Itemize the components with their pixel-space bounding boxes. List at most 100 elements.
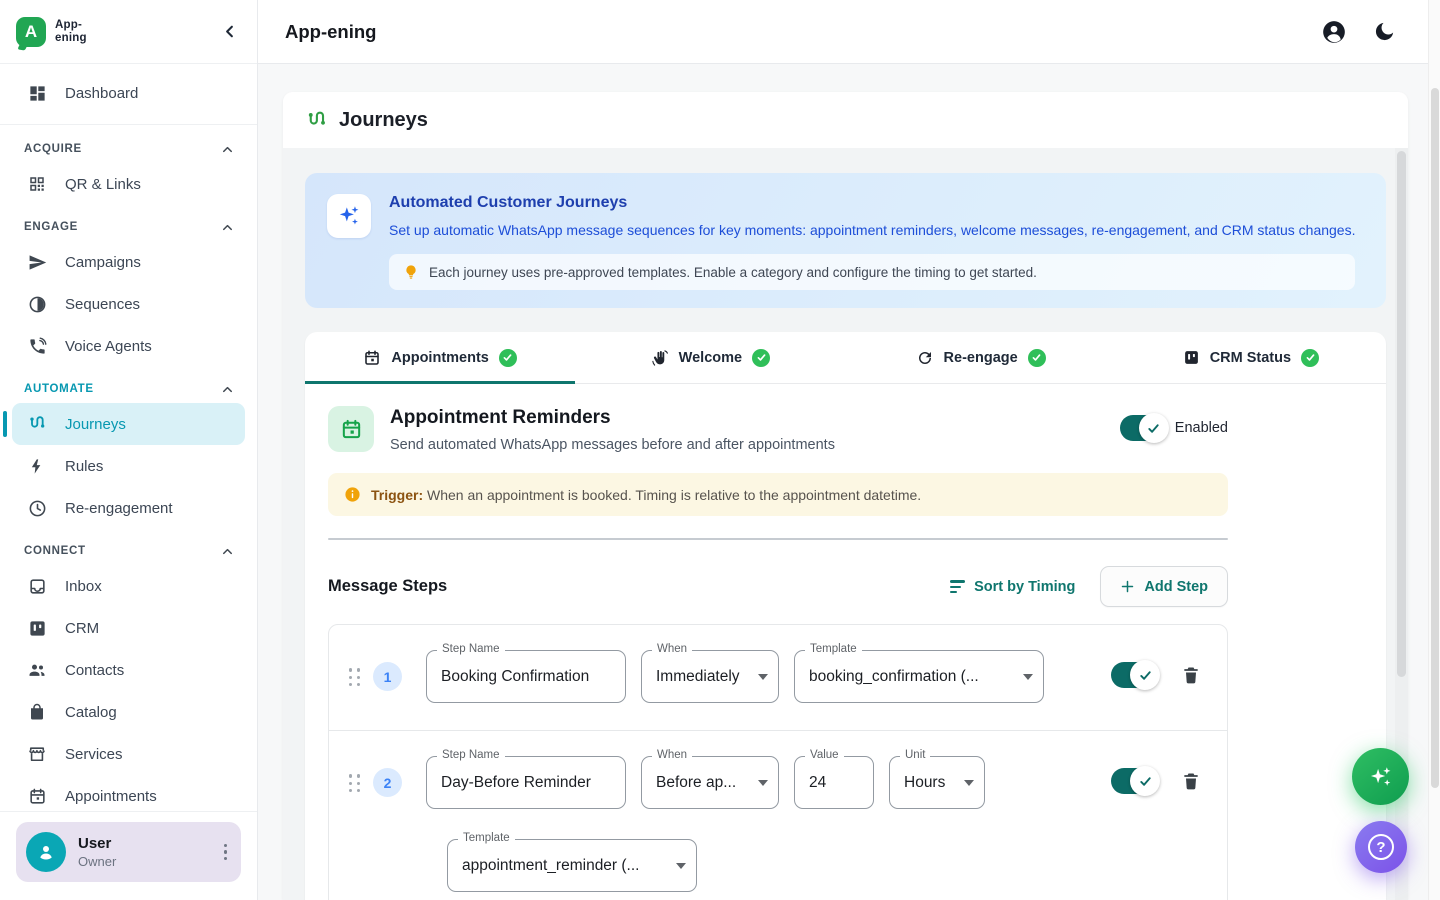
trigger-label: Trigger:: [371, 487, 423, 503]
field-label: Template: [805, 643, 862, 655]
sort-by-timing-button[interactable]: Sort by Timing: [950, 579, 1075, 595]
dark-mode-toggle[interactable]: [1373, 20, 1396, 43]
field-value: appointment_reminder (...: [448, 840, 696, 891]
moon-icon: [1373, 20, 1396, 43]
main-content: Journeys Automated Customer Journeys Set…: [258, 64, 1440, 900]
sidebar-footer: User Owner: [0, 811, 257, 900]
sidebar-section-acquire[interactable]: ACQUIRE: [12, 127, 245, 163]
step-actions: [1111, 768, 1201, 794]
chevron-up-icon: [220, 382, 235, 397]
sidebar-item-dashboard[interactable]: Dashboard: [12, 72, 245, 114]
tab-content: Appointment Reminders Send automated Wha…: [305, 384, 1253, 900]
section-title: CONNECT: [24, 545, 86, 557]
refresh-icon: [916, 349, 934, 367]
template-select[interactable]: Template booking_confirmation (...: [794, 650, 1044, 703]
trash-icon: [1181, 665, 1201, 685]
tab-label: Welcome: [679, 350, 742, 366]
divider: [328, 538, 1228, 540]
toggle-thumb: [1130, 766, 1160, 796]
trigger-body: When an appointment is booked. Timing is…: [423, 487, 921, 503]
section-subtitle: Send automated WhatsApp messages before …: [390, 437, 835, 453]
user-card[interactable]: User Owner: [16, 822, 241, 882]
sidebar-item-rules[interactable]: Rules: [12, 445, 245, 487]
sidebar-item-label: Sequences: [65, 296, 140, 313]
sidebar-item-catalog[interactable]: Catalog: [12, 691, 245, 733]
sidebar-section-engage[interactable]: ENGAGE: [12, 205, 245, 241]
add-step-button[interactable]: Add Step: [1100, 566, 1228, 607]
waving-hand-icon: [651, 349, 669, 367]
step-name-input[interactable]: Step Name Booking Confirmation: [426, 650, 626, 703]
when-select[interactable]: When Immediately: [641, 650, 779, 703]
lightbulb-icon: [403, 264, 419, 280]
user-menu-button[interactable]: [218, 838, 234, 867]
dropdown-arrow-icon: [758, 674, 768, 680]
scrollbar-thumb[interactable]: [1431, 88, 1439, 788]
sidebar-item-label: Voice Agents: [65, 338, 152, 355]
unit-select[interactable]: Unit Hours: [889, 756, 985, 809]
value-input[interactable]: Value 24: [794, 756, 874, 809]
banner-text: Automated Customer Journeys Set up autom…: [389, 194, 1355, 290]
ai-assistant-button[interactable]: [1352, 748, 1409, 805]
check-circle-icon: [1028, 349, 1046, 367]
delete-step-button[interactable]: [1181, 771, 1201, 791]
tab-crm-status[interactable]: CRM Status: [1116, 332, 1386, 383]
drag-handle-icon[interactable]: [349, 668, 361, 686]
template-select[interactable]: Template appointment_reminder (...: [447, 839, 697, 892]
when-select[interactable]: When Before ap...: [641, 756, 779, 809]
step-enabled-toggle[interactable]: [1111, 768, 1157, 794]
help-button[interactable]: ?: [1355, 821, 1407, 873]
step-name-input[interactable]: Step Name Day-Before Reminder: [426, 756, 626, 809]
check-icon: [1138, 774, 1153, 789]
sidebar-item-services[interactable]: Services: [12, 733, 245, 775]
tab-re-engage[interactable]: Re-engage: [846, 332, 1116, 383]
half-circle-icon: [26, 295, 48, 314]
tab-appointments[interactable]: Appointments: [305, 332, 575, 383]
field-value: booking_confirmation (...: [795, 651, 1043, 702]
scrollbar-thumb[interactable]: [1397, 151, 1406, 677]
field-label: When: [652, 749, 692, 761]
sidebar-item-label: Services: [65, 746, 123, 763]
sidebar-section-connect[interactable]: CONNECT: [12, 529, 245, 565]
field-label: Unit: [900, 749, 930, 761]
chevron-up-icon: [220, 220, 235, 235]
drag-handle-icon[interactable]: [349, 774, 361, 792]
step-enabled-toggle[interactable]: [1111, 662, 1157, 688]
kanban-icon: [26, 619, 48, 638]
sidebar-item-journeys[interactable]: Journeys: [12, 403, 245, 445]
sidebar-item-qr-links[interactable]: QR & Links: [12, 163, 245, 205]
dashboard-icon: [26, 84, 48, 103]
sidebar-section-automate[interactable]: AUTOMATE: [12, 367, 245, 403]
account-button[interactable]: [1321, 19, 1347, 45]
sidebar-collapse-button[interactable]: [220, 22, 239, 41]
sidebar-nav: Dashboard ACQUIRE QR & Links ENGAGE Camp…: [0, 64, 257, 811]
sidebar-item-voice-agents[interactable]: Voice Agents: [12, 325, 245, 367]
sidebar-item-contacts[interactable]: Contacts: [12, 649, 245, 691]
storefront-icon: [26, 744, 48, 764]
active-indicator: [3, 411, 7, 437]
window-scrollbar[interactable]: [1428, 0, 1440, 900]
tab-label: Re-engage: [944, 350, 1018, 366]
sidebar-item-re-engagement[interactable]: Re-engagement: [12, 487, 245, 529]
sidebar-item-inbox[interactable]: Inbox: [12, 565, 245, 607]
dropdown-arrow-icon: [676, 863, 686, 869]
enable-control: Enabled: [1120, 415, 1228, 441]
sort-icon: [950, 580, 965, 593]
sidebar-item-appointments[interactable]: Appointments: [12, 775, 245, 811]
kanban-icon: [1183, 349, 1200, 366]
field-label: When: [652, 643, 692, 655]
sidebar-item-campaigns[interactable]: Campaigns: [12, 241, 245, 283]
sidebar-item-label: Re-engagement: [65, 500, 173, 517]
tab-welcome[interactable]: Welcome: [575, 332, 845, 383]
app-logo[interactable]: A App- ening: [16, 17, 87, 47]
enabled-toggle[interactable]: [1120, 415, 1166, 441]
field-value: Booking Confirmation: [427, 651, 625, 702]
step-row-1: 1 Step Name Booking Confirmation When Im…: [329, 625, 1227, 730]
divider: [0, 124, 257, 125]
info-icon: [344, 486, 361, 503]
qr-code-icon: [26, 175, 48, 193]
sidebar-item-sequences[interactable]: Sequences: [12, 283, 245, 325]
sidebar-item-crm[interactable]: CRM: [12, 607, 245, 649]
trigger-text: Trigger: When an appointment is booked. …: [371, 487, 921, 503]
delete-step-button[interactable]: [1181, 665, 1201, 685]
inbox-icon: [26, 577, 48, 596]
